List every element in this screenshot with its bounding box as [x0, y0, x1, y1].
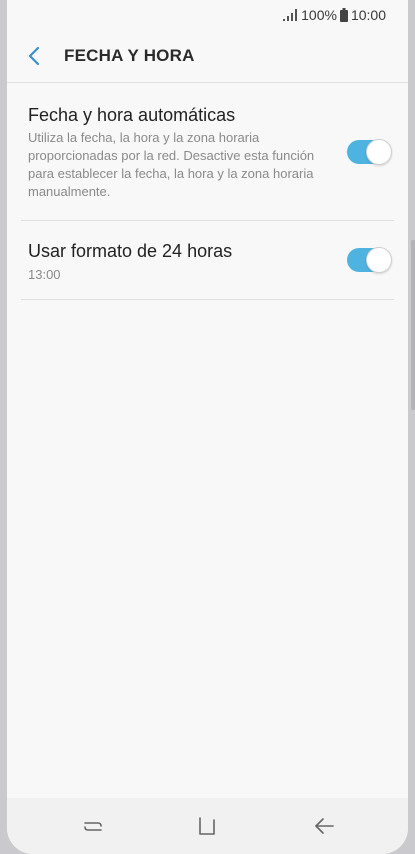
- 24-hour-format-toggle[interactable]: [347, 247, 392, 273]
- setting-24-hour-format[interactable]: Usar formato de 24 horas 13:00: [21, 221, 394, 300]
- toggle-knob: [366, 247, 392, 273]
- signal-bars-icon: [283, 9, 298, 21]
- side-button: [411, 240, 415, 410]
- settings-list: Fecha y hora automáticas Utiliza la fech…: [21, 83, 394, 300]
- home-icon[interactable]: [195, 814, 219, 838]
- status-icons: 100% 10:00: [282, 7, 386, 23]
- battery-percent: 100%: [301, 7, 337, 23]
- navigation-bar: [7, 798, 408, 854]
- phone-frame: 100% 10:00 FECHA Y HORA Fecha y hora aut…: [0, 0, 415, 854]
- status-bar: 100% 10:00: [7, 0, 408, 32]
- screen: 100% 10:00 FECHA Y HORA Fecha y hora aut…: [7, 0, 408, 854]
- back-arrow-icon[interactable]: [312, 814, 336, 838]
- chevron-left-icon[interactable]: [23, 44, 47, 68]
- recent-apps-icon[interactable]: [81, 814, 105, 838]
- setting-description: 13:00: [28, 267, 61, 282]
- setting-description: Utiliza la fecha, la hora y la zona hora…: [28, 130, 315, 199]
- toggle-knob: [366, 139, 392, 165]
- page-title: FECHA Y HORA: [64, 46, 195, 65]
- auto-date-time-toggle[interactable]: [347, 139, 392, 165]
- app-bar: FECHA Y HORA: [7, 32, 408, 83]
- setting-title: Fecha y hora automáticas: [28, 105, 236, 125]
- setting-title: Usar formato de 24 horas: [28, 241, 233, 261]
- setting-auto-date-time[interactable]: Fecha y hora automáticas Utiliza la fech…: [21, 83, 394, 221]
- status-time: 10:00: [350, 7, 386, 23]
- battery-icon: [339, 8, 348, 22]
